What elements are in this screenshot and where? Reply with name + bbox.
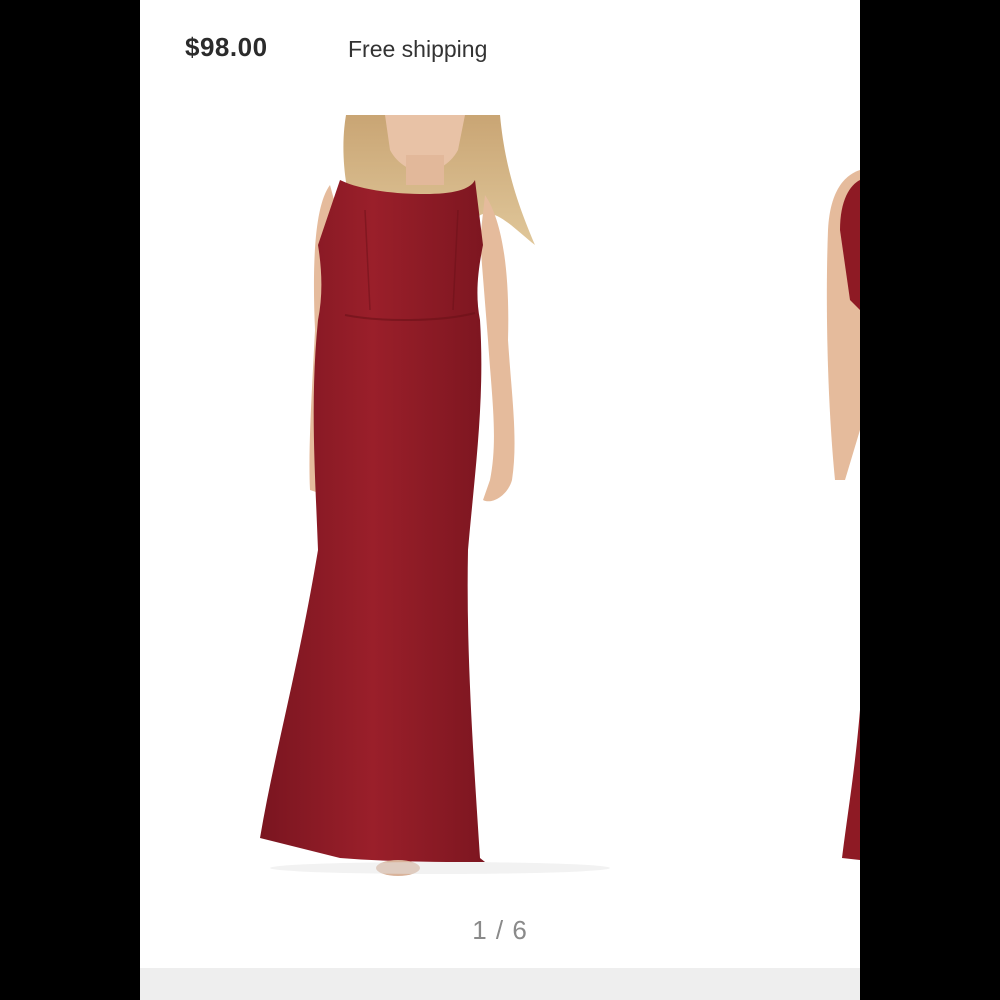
image-carousel[interactable] <box>140 110 860 900</box>
listing-screen: $98.00 Free shipping 1 / 6 <box>140 0 860 1000</box>
price-label: $98.00 <box>185 32 268 62</box>
image-counter: 1 / 6 <box>472 915 528 945</box>
product-image-front[interactable] <box>140 110 860 900</box>
product-image-back-preview[interactable] <box>820 110 860 900</box>
price-row: $98.00 Free shipping <box>140 0 860 100</box>
shipping-label: Free shipping <box>348 36 488 62</box>
bottom-bar <box>140 968 860 1000</box>
